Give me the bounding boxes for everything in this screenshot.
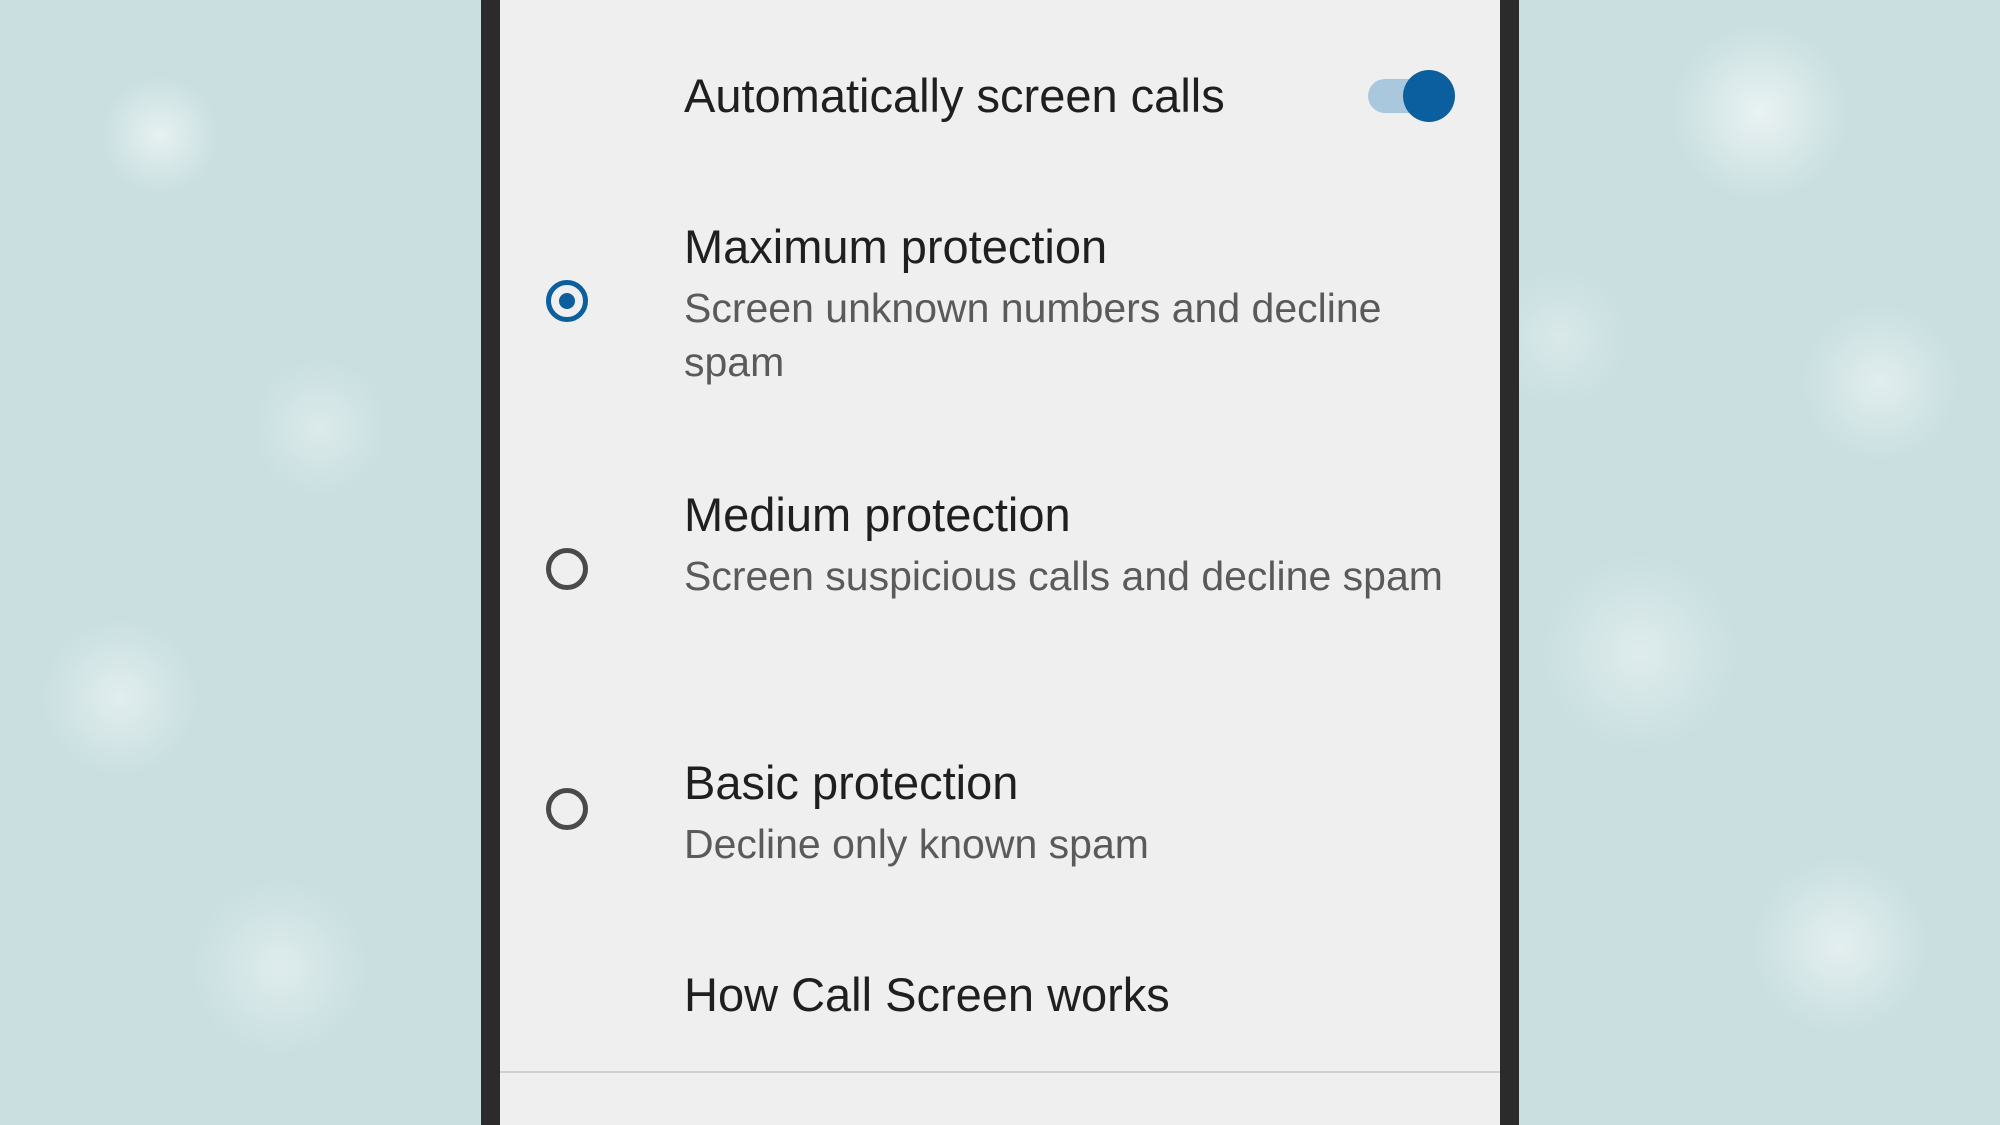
auto-screen-toggle[interactable] (1368, 69, 1455, 123)
radio-button[interactable] (546, 548, 588, 590)
auto-screen-label: Automatically screen calls (684, 69, 1225, 122)
radio-dot (559, 293, 575, 309)
option-title: Medium protection (684, 488, 1071, 541)
option-description: Screen suspicious calls and decline spam (684, 553, 1443, 599)
option-medium-protection[interactable]: Medium protection Screen suspicious call… (500, 483, 1500, 673)
radio-button[interactable] (546, 788, 588, 830)
divider (500, 1071, 1500, 1073)
option-maximum-protection[interactable]: Maximum protection Screen unknown number… (500, 215, 1500, 405)
radio-button-selected[interactable] (546, 280, 588, 322)
option-title: Basic protection (684, 756, 1019, 809)
toggle-thumb (1403, 70, 1455, 122)
auto-screen-row[interactable]: Automatically screen calls (500, 40, 1500, 150)
option-title: Maximum protection (684, 220, 1108, 273)
option-description: Screen unknown numbers and decline spam (684, 285, 1382, 385)
option-basic-protection[interactable]: Basic protection Decline only known spam (500, 751, 1500, 891)
option-description: Decline only known spam (684, 821, 1149, 867)
how-call-screen-works-link[interactable]: How Call Screen works (684, 967, 1170, 1022)
call-screen-settings: Automatically screen calls Maximum prote… (500, 0, 1500, 1125)
